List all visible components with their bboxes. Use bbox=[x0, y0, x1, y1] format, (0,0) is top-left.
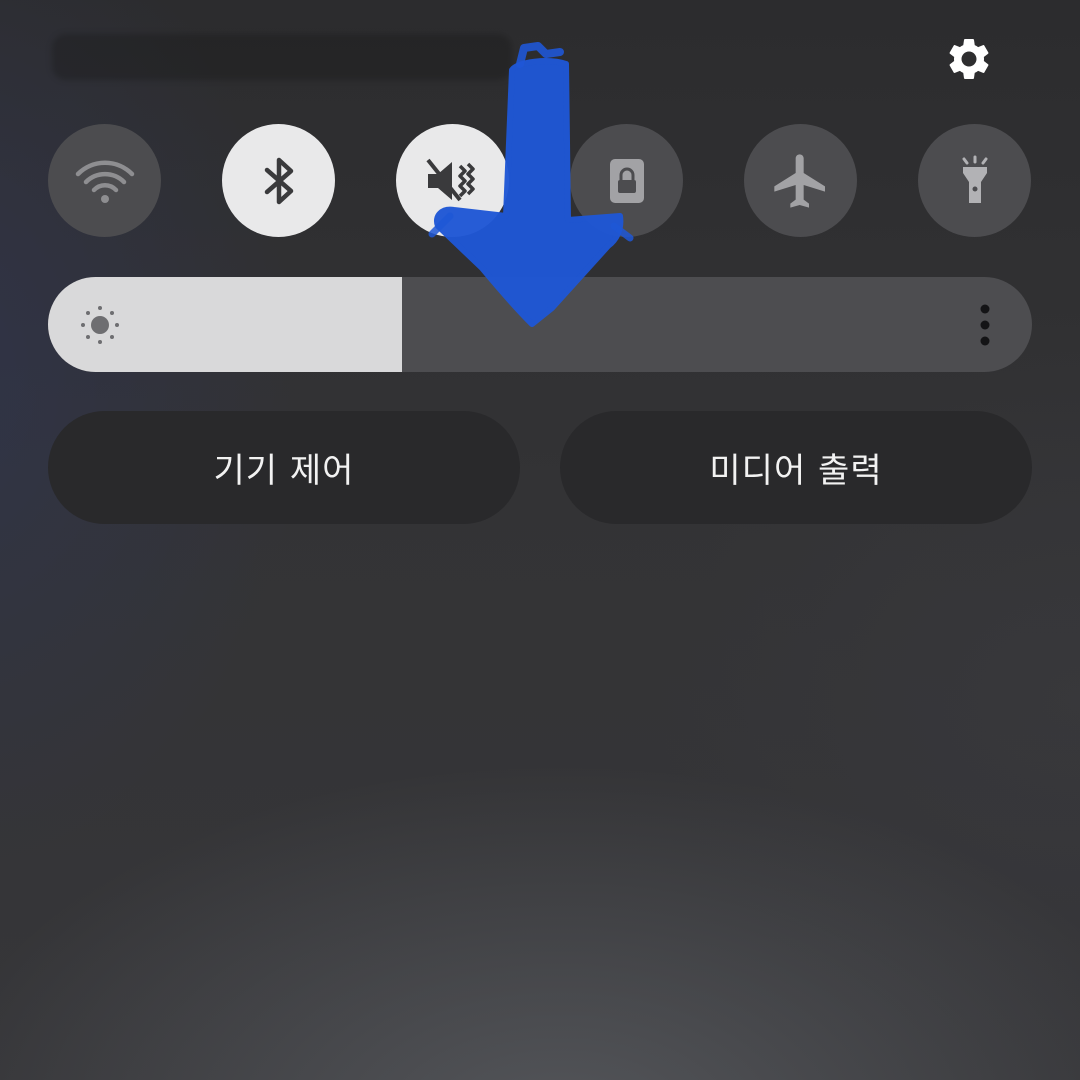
device-control-label: 기기 제어 bbox=[213, 451, 355, 491]
brightness-slider[interactable] bbox=[48, 277, 1032, 372]
vertical-dots-icon[interactable] bbox=[976, 301, 994, 349]
sun-icon bbox=[81, 306, 119, 344]
sound-mute-icon bbox=[425, 158, 475, 201]
airplane-icon bbox=[773, 153, 825, 208]
device-control-button[interactable]: 기기 제어 bbox=[48, 411, 520, 524]
sound-mute-toggle[interactable] bbox=[396, 124, 509, 237]
rotation-lock-toggle[interactable] bbox=[570, 124, 683, 237]
media-output-button[interactable]: 미디어 출력 bbox=[560, 411, 1032, 524]
wifi-icon bbox=[75, 159, 134, 203]
bluetooth-toggle[interactable] bbox=[222, 124, 335, 237]
quick-panel: 기기 제어 미디어 출력 bbox=[0, 0, 1080, 1080]
bluetooth-icon bbox=[264, 157, 293, 204]
airplane-mode-toggle[interactable] bbox=[744, 124, 857, 237]
wifi-toggle[interactable] bbox=[48, 124, 161, 237]
status-bar-area bbox=[52, 34, 512, 80]
gear-icon bbox=[949, 38, 989, 79]
settings-button[interactable] bbox=[940, 30, 998, 88]
media-output-label: 미디어 출력 bbox=[709, 451, 883, 491]
flashlight-toggle[interactable] bbox=[918, 124, 1031, 237]
rotation-lock-icon bbox=[609, 158, 644, 203]
quick-toggles bbox=[48, 124, 1032, 238]
flashlight-icon bbox=[962, 155, 987, 203]
